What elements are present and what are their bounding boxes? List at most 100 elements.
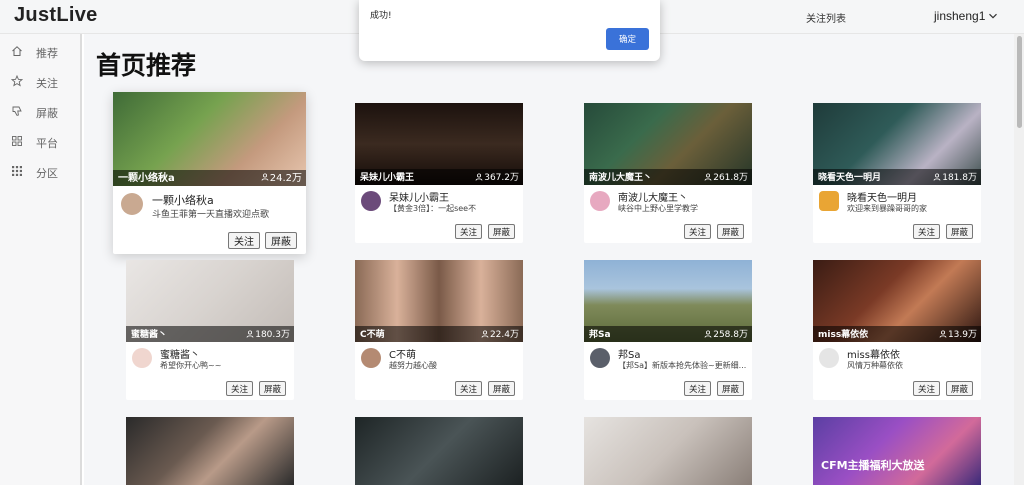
block-button[interactable]: 屏蔽 bbox=[946, 224, 974, 239]
viewer-count: 13.9万 bbox=[939, 327, 977, 340]
stream-card[interactable]: 邦Sa 258.8万 邦Sa 【邦Sa】新版本抢先体验~更新细... 关注 屏蔽 bbox=[584, 260, 752, 400]
app-logo[interactable]: JustLive bbox=[14, 4, 98, 27]
stream-thumbnail[interactable]: 邦Sa 258.8万 bbox=[584, 260, 752, 342]
thumbnail-streamer-name: 蜜糖酱丶 bbox=[131, 330, 168, 340]
stream-title: 峡谷中上野心里学教学 bbox=[618, 204, 698, 213]
stream-title: 斗鱼王菲第一天直播欢迎点歌 bbox=[152, 210, 270, 220]
stream-thumbnail[interactable]: 南波儿大魔王丶 261.8万 bbox=[584, 103, 752, 185]
viewer-count-text: 24.2万 bbox=[269, 173, 302, 184]
follow-button[interactable]: 关注 bbox=[913, 224, 941, 239]
follow-button[interactable]: 关注 bbox=[228, 232, 260, 249]
stream-card[interactable]: 晓看天色一明月 181.8万 晓看天色一明月 欢迎来到暴躁哥哥的家 关注 屏蔽 bbox=[813, 103, 981, 243]
dislike-icon bbox=[12, 106, 22, 116]
scrollbar-thumb[interactable] bbox=[1017, 36, 1022, 128]
block-button[interactable]: 屏蔽 bbox=[717, 224, 745, 239]
sidebar-item-block[interactable]: 屏蔽 bbox=[0, 100, 80, 124]
page-title: 首页推荐 bbox=[96, 51, 197, 80]
stream-card[interactable]: 呆妹儿小霸王 367.2万 呆妹儿小霸王 【黄金3倍】：一起see不 关注 屏蔽 bbox=[355, 103, 523, 243]
follow-button[interactable]: 关注 bbox=[455, 381, 483, 396]
stream-thumbnail[interactable]: CFM主播福利大放送 bbox=[813, 417, 981, 485]
sidebar: 推荐 关注 屏蔽 平台 分区 bbox=[0, 34, 82, 485]
follow-button[interactable]: 关注 bbox=[684, 224, 712, 239]
follow-button[interactable]: 关注 bbox=[226, 381, 254, 396]
viewer-count-text: 261.8万 bbox=[713, 173, 748, 183]
username: jinsheng1 bbox=[934, 9, 986, 23]
banner-text: CFM主播福利大放送 bbox=[821, 459, 925, 472]
sidebar-item-platform[interactable]: 平台 bbox=[0, 130, 80, 154]
sidebar-item-recommend[interactable]: 推荐 bbox=[0, 40, 80, 64]
viewer-count-text: 367.2万 bbox=[484, 173, 519, 183]
block-button[interactable]: 屏蔽 bbox=[717, 381, 745, 396]
avatar bbox=[361, 348, 381, 368]
follow-button[interactable]: 关注 bbox=[913, 381, 941, 396]
stream-thumbnail[interactable] bbox=[584, 417, 752, 485]
person-icon bbox=[481, 329, 489, 338]
viewer-count: 367.2万 bbox=[475, 170, 519, 183]
apps-icon bbox=[12, 166, 22, 176]
alert-ok-button[interactable]: 确定 bbox=[606, 28, 649, 50]
stream-card[interactable]: 南波儿大魔王丶 261.8万 南波儿大魔王丶 峡谷中上野心里学教学 关注 屏蔽 bbox=[584, 103, 752, 243]
stream-thumbnail[interactable]: 晓看天色一明月 181.8万 bbox=[813, 103, 981, 185]
streamer-name: 南波儿大魔王丶 bbox=[618, 193, 688, 204]
avatar bbox=[132, 348, 152, 368]
block-button[interactable]: 屏蔽 bbox=[259, 381, 287, 396]
person-icon bbox=[704, 329, 712, 338]
thumbnail-streamer-name: 晓看天色一明月 bbox=[818, 173, 882, 183]
stream-card[interactable]: C不萌 22.4万 C不萌 越努力越心酸 关注 屏蔽 bbox=[355, 260, 523, 400]
grid-icon bbox=[12, 136, 22, 146]
stream-thumbnail[interactable]: C不萌 22.4万 bbox=[355, 260, 523, 342]
user-menu[interactable]: jinsheng1 bbox=[934, 9, 998, 23]
avatar bbox=[361, 191, 381, 211]
sidebar-item-label: 屏蔽 bbox=[36, 107, 58, 120]
stream-card[interactable]: 蜜糖酱丶 180.3万 蜜糖酱丶 希望你开心鸭~~ 关注 屏蔽 bbox=[126, 260, 294, 400]
thumbnail-streamer-name: miss幕依依 bbox=[818, 330, 869, 340]
stream-card[interactable]: 一颗小络秋a 24.2万 一颗小络秋a 斗鱼王菲第一天直播欢迎点歌 关注 屏蔽 bbox=[113, 92, 306, 254]
thumbnail-streamer-name: 一颗小络秋a bbox=[118, 173, 175, 184]
block-button[interactable]: 屏蔽 bbox=[265, 232, 297, 249]
block-button[interactable]: 屏蔽 bbox=[946, 381, 974, 396]
stream-thumbnail[interactable] bbox=[355, 417, 523, 485]
block-button[interactable]: 屏蔽 bbox=[488, 381, 516, 396]
thumbnail-streamer-name: 南波儿大魔王丶 bbox=[589, 173, 653, 183]
follow-list-link[interactable]: 关注列表 bbox=[806, 10, 846, 25]
avatar bbox=[590, 191, 610, 211]
viewer-count: 181.8万 bbox=[933, 170, 977, 183]
follow-button[interactable]: 关注 bbox=[684, 381, 712, 396]
sidebar-item-follow[interactable]: 关注 bbox=[0, 70, 80, 94]
alert-message: 成功! bbox=[370, 11, 392, 21]
sidebar-item-label: 关注 bbox=[36, 77, 58, 90]
follow-button[interactable]: 关注 bbox=[455, 224, 483, 239]
stream-card[interactable]: CFM主播福利大放送 bbox=[813, 417, 981, 485]
viewer-count-text: 180.3万 bbox=[255, 330, 290, 340]
stream-thumbnail[interactable]: 蜜糖酱丶 180.3万 bbox=[126, 260, 294, 342]
thumbnail-streamer-name: 邦Sa bbox=[589, 330, 611, 340]
avatar bbox=[590, 348, 610, 368]
stream-card[interactable] bbox=[584, 417, 752, 485]
stream-title: 希望你开心鸭~~ bbox=[160, 361, 222, 370]
streamer-name: 邦Sa bbox=[618, 350, 641, 361]
sidebar-item-label: 平台 bbox=[36, 137, 58, 150]
person-icon bbox=[246, 329, 254, 338]
stream-thumbnail[interactable] bbox=[126, 417, 294, 485]
viewer-count: 24.2万 bbox=[261, 169, 302, 184]
avatar bbox=[121, 193, 143, 215]
avatar bbox=[819, 191, 839, 211]
sidebar-item-label: 分区 bbox=[36, 167, 58, 180]
streamer-name: 蜜糖酱丶 bbox=[160, 350, 200, 361]
stream-thumbnail[interactable]: miss幕依依 13.9万 bbox=[813, 260, 981, 342]
sidebar-item-label: 推荐 bbox=[36, 47, 58, 60]
stream-thumbnail[interactable]: 一颗小络秋a 24.2万 bbox=[113, 92, 306, 186]
stream-thumbnail[interactable]: 呆妹儿小霸王 367.2万 bbox=[355, 103, 523, 185]
main-content: 首页推荐 一颗小络秋a 24.2万 一颗小络秋a 斗鱼王菲第一天直播欢迎点歌 关… bbox=[84, 34, 1014, 485]
stream-title: 欢迎来到暴躁哥哥的家 bbox=[847, 204, 927, 213]
person-icon bbox=[704, 172, 712, 181]
streamer-name: 晓看天色一明月 bbox=[847, 193, 917, 204]
stream-card[interactable] bbox=[355, 417, 523, 485]
block-button[interactable]: 屏蔽 bbox=[488, 224, 516, 239]
sidebar-item-category[interactable]: 分区 bbox=[0, 160, 80, 184]
viewer-count-text: 22.4万 bbox=[489, 330, 519, 340]
stream-card[interactable]: miss幕依依 13.9万 miss幕依依 风情万种幕依依 关注 屏蔽 bbox=[813, 260, 981, 400]
streamer-name: 一颗小络秋a bbox=[152, 194, 214, 207]
stream-card[interactable] bbox=[126, 417, 294, 485]
stream-title: 【黄金3倍】：一起see不 bbox=[389, 204, 477, 213]
